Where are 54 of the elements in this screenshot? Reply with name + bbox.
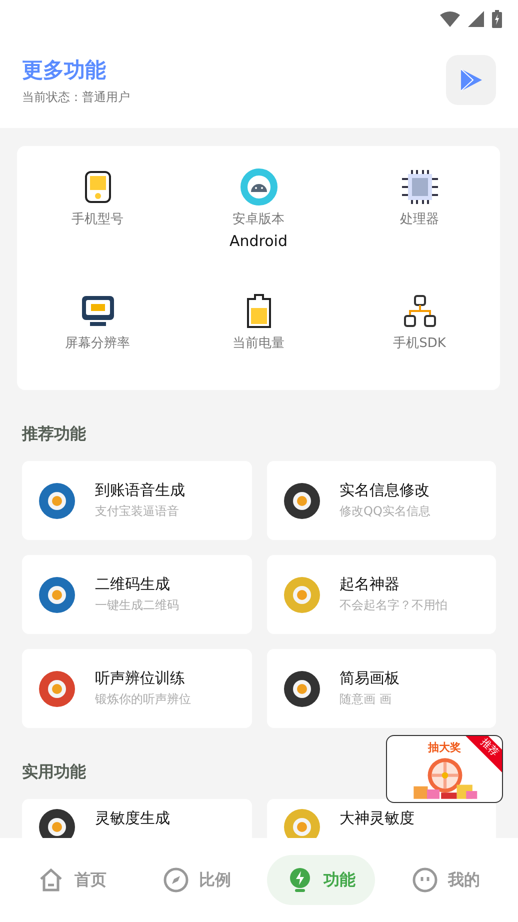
feature-icon bbox=[284, 576, 320, 612]
feature-icon bbox=[39, 670, 75, 706]
info-label: 当前电量 bbox=[232, 335, 284, 352]
feature-title: 听声辨位训练 bbox=[95, 669, 186, 688]
prize-popup[interactable]: 抽大奖 推荐 bbox=[386, 735, 503, 803]
feature-title: 实名信息修改 bbox=[340, 481, 430, 500]
feature-icon bbox=[284, 482, 320, 518]
promo-title: 抽大奖 bbox=[428, 740, 461, 755]
info-label: 手机型号 bbox=[72, 211, 124, 228]
feature-icon bbox=[39, 482, 75, 518]
home-icon bbox=[38, 867, 64, 893]
feature-subtitle: 随意画 画 bbox=[340, 691, 392, 708]
info-value: Android bbox=[230, 232, 288, 250]
feature-subtitle: 不会起名字？不用怕 bbox=[340, 597, 448, 614]
feature-title: 起名神器 bbox=[340, 575, 400, 594]
battery-level-icon bbox=[244, 292, 272, 330]
section-title: 实用功能 bbox=[22, 762, 87, 783]
feature-subtitle: 修改QQ实名信息 bbox=[340, 503, 430, 520]
feature-card[interactable]: 听声辨位训练 锻炼你的听声辨位 bbox=[22, 649, 252, 728]
feature-card[interactable]: 到账语音生成 支付宝装逼语音 bbox=[22, 461, 252, 540]
page-title: 更多功能 bbox=[22, 57, 107, 84]
feature-subtitle: 一键生成二维码 bbox=[95, 597, 179, 614]
network-icon bbox=[404, 292, 436, 330]
info-label: 屏幕分辨率 bbox=[65, 335, 130, 352]
compass-icon bbox=[162, 867, 189, 893]
feature-title: 二维码生成 bbox=[95, 575, 171, 594]
info-label: 处理器 bbox=[400, 211, 439, 228]
section-title: 推荐功能 bbox=[22, 424, 87, 445]
feature-icon bbox=[284, 670, 320, 706]
feature-icon bbox=[39, 576, 75, 612]
feature-title: 简易画板 bbox=[340, 669, 400, 688]
wifi-icon bbox=[440, 11, 460, 27]
feature-title: 灵敏度生成 bbox=[95, 809, 170, 828]
face-icon bbox=[412, 867, 438, 893]
info-label: 安卓版本 bbox=[232, 211, 284, 228]
phone-icon bbox=[84, 168, 110, 206]
feature-card[interactable]: 灵敏度生成 bbox=[22, 799, 252, 838]
play-button[interactable] bbox=[446, 55, 496, 105]
feature-card[interactable]: 实名信息修改 修改QQ实名信息 bbox=[266, 461, 496, 540]
feature-title: 大神灵敏度 bbox=[340, 809, 414, 828]
processor-icon bbox=[402, 168, 438, 206]
feature-subtitle: 锻炼你的听声辨位 bbox=[95, 691, 191, 708]
feature-card[interactable]: 简易画板 随意画 画 bbox=[266, 649, 496, 728]
feature-title: 到账语音生成 bbox=[95, 481, 185, 500]
play-icon bbox=[458, 67, 484, 93]
signal-icon bbox=[468, 11, 484, 27]
feature-card[interactable]: 大神灵敏度 bbox=[266, 799, 496, 838]
user-status: 当前状态：普通用户 bbox=[22, 89, 130, 106]
info-label: 手机SDK bbox=[393, 335, 446, 352]
android-icon bbox=[240, 168, 278, 206]
feature-subtitle: 支付宝装逼语音 bbox=[95, 503, 180, 520]
battery-icon bbox=[492, 10, 502, 28]
feature-card[interactable]: 起名神器 不会起名字？不用怕 bbox=[266, 555, 496, 634]
feature-card[interactable]: 二维码生成 一键生成二维码 bbox=[22, 555, 252, 634]
